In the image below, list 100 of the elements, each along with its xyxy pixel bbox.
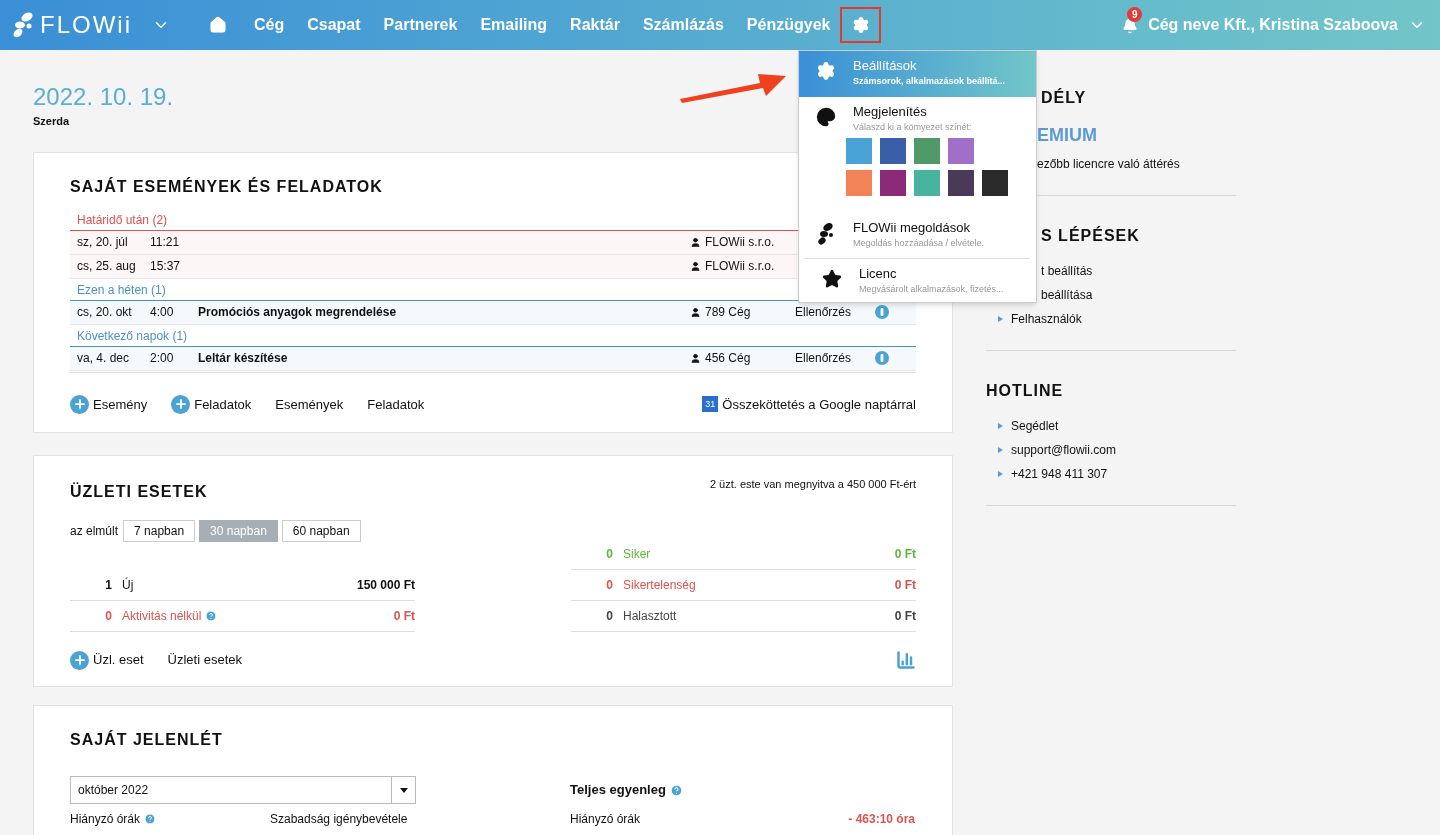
period-button[interactable]: 7 napban xyxy=(123,520,196,542)
help-icon[interactable] xyxy=(669,783,683,797)
chart-icon[interactable] xyxy=(896,650,916,670)
period-button[interactable]: 60 napban xyxy=(281,520,361,542)
event-row[interactable]: sz, 20. júl 11:21 FLOWii s.r.o. xyxy=(70,230,797,255)
date-cell-text: cs, 25. aug xyxy=(76,258,137,275)
drops-icon xyxy=(817,223,835,245)
star-icon xyxy=(822,269,842,289)
color-swatch[interactable] xyxy=(846,138,872,164)
info-icon[interactable] xyxy=(875,305,889,319)
weekday-label: Szerda xyxy=(33,114,70,129)
person-icon xyxy=(690,236,701,248)
stat-count: 0 xyxy=(605,608,613,625)
menu-subtitle: Megoldás hozzáadása / elvétele. xyxy=(853,237,985,250)
stat-label: Siker xyxy=(623,546,651,563)
event-row[interactable]: cs, 20. okt 4:00 Promóciós anyagok megrendelése 789 Cég Ellenőrzés xyxy=(70,300,916,325)
sidebar-link[interactable]: t beállítás xyxy=(1041,262,1093,280)
missing-hours-label: Hiányzó órák xyxy=(570,811,641,828)
partner-cell-text: FLOWii s.r.o. xyxy=(705,234,775,251)
missing-hours-label: Hiányzó órák xyxy=(70,811,141,828)
person-icon xyxy=(690,352,701,364)
stat-count: 0 xyxy=(605,577,613,594)
leave-label: Szabadság igénybevétele xyxy=(270,811,408,828)
caret-icon xyxy=(399,787,408,793)
color-swatch[interactable] xyxy=(880,138,906,164)
sidebar-link[interactable]: Felhasználók xyxy=(1011,310,1082,328)
date-cell-text: sz, 20. júl xyxy=(76,234,129,251)
menu-subtitle: Válaszd ki a kömyezet színét: xyxy=(853,121,973,134)
add-button[interactable]: Feladatok xyxy=(171,394,252,414)
stat-count: 1 xyxy=(104,577,112,594)
person-icon xyxy=(690,306,701,318)
google-calendar-link[interactable]: 31 Összeköttetés a Google naptárral xyxy=(702,394,916,414)
list-link[interactable]: Üzleti esetek xyxy=(167,650,242,670)
bell-icon[interactable] xyxy=(1122,18,1139,34)
sidebar-link[interactable]: Segédlet xyxy=(1011,417,1059,435)
stat-label: Új xyxy=(122,576,134,594)
event-row[interactable]: cs, 25. aug 15:37 FLOWii s.r.o. xyxy=(70,254,797,279)
palette-icon xyxy=(816,107,836,127)
add-button[interactable]: Esemény xyxy=(70,394,148,414)
event-row[interactable]: va, 4. dec 2:00 Leltár készítése 456 Cég Ellenőrzés xyxy=(70,346,916,371)
logo-text: FLOWii xyxy=(40,10,132,40)
add-button[interactable]: Üzl. eset xyxy=(70,650,144,670)
card-title: ÜZLETI ESETEK xyxy=(70,481,208,502)
balance-title: Teljes egyenleg xyxy=(570,781,666,800)
add-icon xyxy=(70,394,89,414)
help-icon[interactable] xyxy=(144,813,157,825)
help-icon[interactable] xyxy=(205,610,218,622)
color-swatch[interactable] xyxy=(880,170,906,196)
settings-icon xyxy=(851,16,870,34)
sidebar-link[interactable]: +421 948 411 307 xyxy=(1011,465,1108,483)
stat-amount: 0 Ft xyxy=(393,608,415,625)
status-cell-text: Ellenőrzés xyxy=(795,304,853,321)
section-title: S LÉPÉSEK xyxy=(1041,225,1140,246)
add-icon xyxy=(171,394,191,414)
time-cell-text: 2:00 xyxy=(150,350,175,367)
color-swatch[interactable] xyxy=(846,170,872,196)
calendar-icon: 31 xyxy=(702,396,719,413)
section-title: DÉLY xyxy=(1041,87,1087,108)
stat-amount: 0 Ft xyxy=(894,577,916,594)
home-icon xyxy=(209,16,227,34)
add-icon xyxy=(70,650,89,670)
bullet-icon xyxy=(998,447,1003,453)
notification-badge: 9 xyxy=(1127,7,1143,22)
section-title: HOTLINE xyxy=(986,381,1064,401)
bullet-icon xyxy=(998,471,1003,477)
sidebar-link[interactable]: beállítása xyxy=(1041,286,1093,304)
color-swatch[interactable] xyxy=(914,170,940,196)
partner-cell-text: 789 Cég xyxy=(705,304,751,321)
card-title: SAJÁT JELENLÉT xyxy=(70,729,223,750)
menu-title: Megjelenítés xyxy=(853,103,928,121)
date-cell-text: cs, 20. okt xyxy=(76,304,133,321)
bullet-icon xyxy=(998,423,1003,429)
time-cell-text: 4:00 xyxy=(150,304,175,321)
stat-amount: 0 Ft xyxy=(894,608,916,625)
partner-cell-text: 456 Cég xyxy=(705,350,751,367)
stat-count: 0 xyxy=(605,546,613,563)
list-link[interactable]: Feladatok xyxy=(367,394,425,414)
info-icon[interactable] xyxy=(875,351,889,365)
person-icon xyxy=(690,260,701,272)
stat-count: 0 xyxy=(104,608,112,625)
menu-item[interactable]: Licenc Megvásárolt alkalmazások, fizetés... xyxy=(805,258,1030,302)
partner-cell-text: FLOWii s.r.o. xyxy=(705,258,775,275)
logo-icon xyxy=(12,12,34,38)
deals-summary: 2 üzt. este van megnyitva a 450 000 Ft-ért xyxy=(709,477,916,492)
color-swatch[interactable] xyxy=(982,170,1008,196)
date-heading: 2022. 10. 19. xyxy=(33,83,174,111)
plan-name: EMIUM xyxy=(1037,124,1097,147)
list-link[interactable]: Események xyxy=(275,394,344,414)
month-select[interactable]: október 2022 xyxy=(70,776,416,804)
time-cell-text: 15:37 xyxy=(150,258,182,275)
color-swatch[interactable] xyxy=(948,138,974,164)
status-cell-text: Ellenőrzés xyxy=(795,350,853,367)
menu-title: Beállítások xyxy=(853,57,918,75)
color-swatch[interactable] xyxy=(914,138,940,164)
date-cell-text: va, 4. dec xyxy=(76,350,131,367)
sidebar-link[interactable]: support@flowii.com xyxy=(1011,441,1116,459)
group-header: Következő napok (1) xyxy=(70,324,916,347)
settings-button[interactable] xyxy=(840,7,882,43)
time-cell-text: 11:21 xyxy=(150,234,181,251)
color-swatch[interactable] xyxy=(948,170,974,196)
